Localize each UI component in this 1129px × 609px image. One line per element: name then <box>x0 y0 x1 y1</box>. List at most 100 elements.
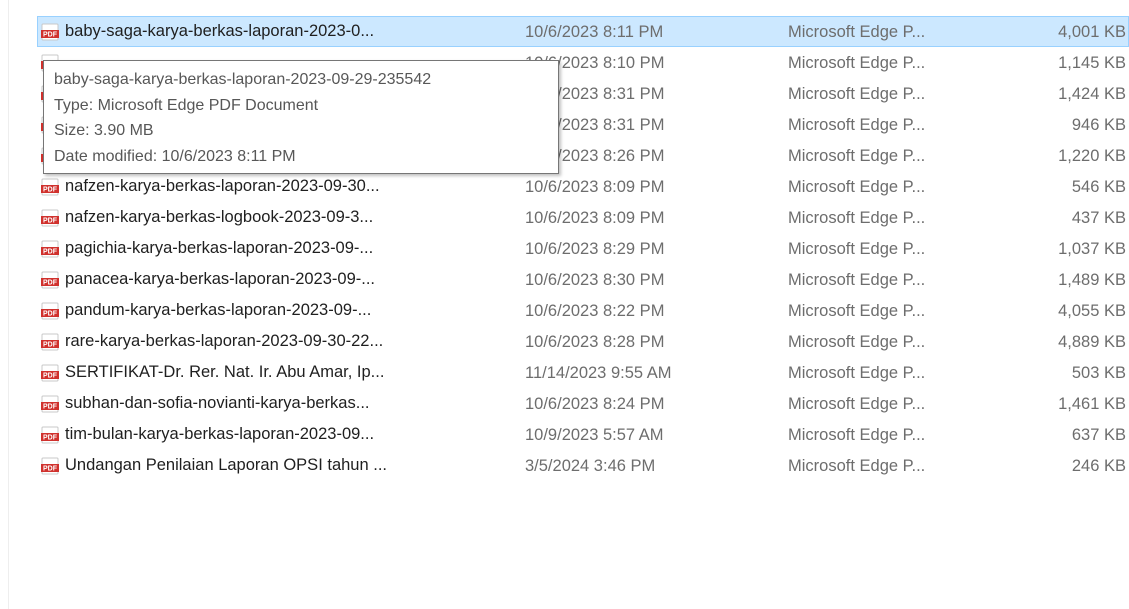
file-name-cell: PDF pandum-karya-berkas-laporan-2023-09-.… <box>41 296 519 325</box>
file-size: 4,001 KB <box>1058 23 1126 41</box>
file-date-modified: 10/6/2023 8:24 PM <box>525 395 665 413</box>
tooltip-type: Type: Microsoft Edge PDF Document <box>54 96 319 114</box>
file-date-modified: 10/9/2023 5:57 AM <box>525 426 664 444</box>
pdf-file-icon: PDF <box>41 457 59 475</box>
file-name: baby-saga-karya-berkas-laporan-2023-0... <box>65 22 375 40</box>
file-date-modified: 10/6/2023 8:31 PM <box>525 116 665 134</box>
file-name-cell: PDF subhan-dan-sofia-novianti-karya-berka… <box>41 389 519 418</box>
pdf-file-icon: PDF <box>41 23 59 41</box>
file-type: Microsoft Edge P... <box>788 85 926 103</box>
pdf-icon-label: PDF <box>43 403 58 410</box>
file-size: 1,424 KB <box>1058 85 1126 103</box>
file-row[interactable]: PDF rare-karya-berkas-laporan-2023-09-30-… <box>37 326 1129 357</box>
pdf-icon-label: PDF <box>43 310 58 317</box>
file-type: Microsoft Edge P... <box>788 116 926 134</box>
file-size: 1,145 KB <box>1058 54 1126 72</box>
file-row[interactable]: PDF tim-bulan-karya-berkas-laporan-2023-0… <box>37 419 1129 450</box>
file-name-cell: PDF nafzen-karya-berkas-laporan-2023-09-3… <box>41 172 519 201</box>
file-size: 546 KB <box>1071 178 1126 196</box>
file-name-cell: PDF baby-saga-karya-berkas-laporan-2023-0… <box>41 17 519 46</box>
file-date-modified: 10/6/2023 8:09 PM <box>525 209 665 227</box>
file-row[interactable]: PDF pagichia-karya-berkas-laporan-2023-09… <box>37 233 1129 264</box>
file-type: Microsoft Edge P... <box>788 23 926 41</box>
pdf-icon-label: PDF <box>43 279 58 286</box>
file-row[interactable]: PDF panacea-karya-berkas-laporan-2023-09-… <box>37 264 1129 295</box>
file-explorer-view: PDF baby-saga-karya-berkas-laporan-2023-0… <box>0 0 1129 609</box>
file-name: Undangan Penilaian Laporan OPSI tahun ..… <box>65 456 387 474</box>
file-info-tooltip: baby-saga-karya-berkas-laporan-2023-09-2… <box>43 60 559 174</box>
file-size: 637 KB <box>1071 426 1126 444</box>
file-name-cell: PDF rare-karya-berkas-laporan-2023-09-30-… <box>41 327 519 356</box>
file-type: Microsoft Edge P... <box>788 271 926 289</box>
file-name-cell: PDF nafzen-karya-berkas-logbook-2023-09-3… <box>41 203 519 232</box>
file-row[interactable]: PDF baby-saga-karya-berkas-laporan-2023-0… <box>37 16 1129 47</box>
file-type: Microsoft Edge P... <box>788 178 926 196</box>
file-type: Microsoft Edge P... <box>788 395 926 413</box>
file-row[interactable]: PDF nafzen-karya-berkas-logbook-2023-09-3… <box>37 202 1129 233</box>
file-name: rare-karya-berkas-laporan-2023-09-30-22.… <box>65 332 384 350</box>
pdf-file-icon: PDF <box>41 271 59 289</box>
file-row[interactable]: PDF SERTIFIKAT-Dr. Rer. Nat. Ir. Abu Amar… <box>37 357 1129 388</box>
pdf-icon-label: PDF <box>43 465 58 472</box>
file-type: Microsoft Edge P... <box>788 302 926 320</box>
pdf-icon-label: PDF <box>43 372 58 379</box>
file-type: Microsoft Edge P... <box>788 209 926 227</box>
file-name-cell: PDF pagichia-karya-berkas-laporan-2023-09… <box>41 234 519 263</box>
file-date-modified: 10/6/2023 8:28 PM <box>525 333 665 351</box>
pdf-icon-label: PDF <box>43 341 58 348</box>
file-name-cell: PDF panacea-karya-berkas-laporan-2023-09-… <box>41 265 519 294</box>
file-type: Microsoft Edge P... <box>788 364 926 382</box>
tooltip-date-modified: Date modified: 10/6/2023 8:11 PM <box>54 147 296 165</box>
pdf-icon-label: PDF <box>43 31 58 38</box>
file-name: subhan-dan-sofia-novianti-karya-berkas..… <box>65 394 370 412</box>
pdf-icon-label: PDF <box>43 434 58 441</box>
file-date-modified: 3/5/2024 3:46 PM <box>525 457 656 475</box>
pdf-file-icon: PDF <box>41 209 59 227</box>
pdf-file-icon: PDF <box>41 178 59 196</box>
file-date-modified: 10/6/2023 8:11 PM <box>525 23 664 41</box>
file-name: pagichia-karya-berkas-laporan-2023-09-..… <box>65 239 374 257</box>
file-size: 1,489 KB <box>1058 271 1126 289</box>
file-row[interactable]: PDF subhan-dan-sofia-novianti-karya-berka… <box>37 388 1129 419</box>
file-size: 1,220 KB <box>1058 147 1126 165</box>
file-name: nafzen-karya-berkas-laporan-2023-09-30..… <box>65 177 380 195</box>
file-name: panacea-karya-berkas-laporan-2023-09-... <box>65 270 376 288</box>
file-size: 503 KB <box>1071 364 1126 382</box>
file-size: 1,037 KB <box>1058 240 1126 258</box>
file-size: 246 KB <box>1071 457 1126 475</box>
file-row[interactable]: PDF Undangan Penilaian Laporan OPSI tahun… <box>37 450 1129 481</box>
pdf-file-icon: PDF <box>41 240 59 258</box>
file-row[interactable]: PDF nafzen-karya-berkas-laporan-2023-09-3… <box>37 171 1129 202</box>
file-date-modified: 11/14/2023 9:55 AM <box>525 364 672 382</box>
file-date-modified: 10/6/2023 8:09 PM <box>525 178 665 196</box>
file-date-modified: 10/6/2023 8:30 PM <box>525 271 665 289</box>
file-name-cell: PDF Undangan Penilaian Laporan OPSI tahun… <box>41 451 519 480</box>
file-type: Microsoft Edge P... <box>788 54 926 72</box>
pdf-file-icon: PDF <box>41 333 59 351</box>
pdf-icon-label: PDF <box>43 186 58 193</box>
pdf-file-icon: PDF <box>41 302 59 320</box>
file-name: pandum-karya-berkas-laporan-2023-09-... <box>65 301 372 319</box>
pdf-icon-label: PDF <box>43 248 58 255</box>
file-date-modified: 10/6/2023 8:29 PM <box>525 240 665 258</box>
file-name-cell: PDF tim-bulan-karya-berkas-laporan-2023-0… <box>41 420 519 449</box>
file-date-modified: 10/6/2023 8:10 PM <box>525 54 665 72</box>
pdf-file-icon: PDF <box>41 364 59 382</box>
file-size: 437 KB <box>1071 209 1126 227</box>
file-name: tim-bulan-karya-berkas-laporan-2023-09..… <box>65 425 375 443</box>
file-date-modified: 10/6/2023 8:22 PM <box>525 302 665 320</box>
file-type: Microsoft Edge P... <box>788 457 926 475</box>
file-size: 4,055 KB <box>1058 302 1126 320</box>
pdf-icon-label: PDF <box>43 217 58 224</box>
pane-divider <box>8 0 9 609</box>
file-row[interactable]: PDF pandum-karya-berkas-laporan-2023-09-.… <box>37 295 1129 326</box>
file-size: 946 KB <box>1071 116 1126 134</box>
pdf-file-icon: PDF <box>41 395 59 413</box>
file-type: Microsoft Edge P... <box>788 333 926 351</box>
file-type: Microsoft Edge P... <box>788 147 926 165</box>
file-size: 1,461 KB <box>1058 395 1126 413</box>
file-size: 4,889 KB <box>1058 333 1126 351</box>
tooltip-filename: baby-saga-karya-berkas-laporan-2023-09-2… <box>54 71 432 88</box>
file-date-modified: 10/6/2023 8:26 PM <box>525 147 665 165</box>
tooltip-size: Size: 3.90 MB <box>54 122 154 139</box>
